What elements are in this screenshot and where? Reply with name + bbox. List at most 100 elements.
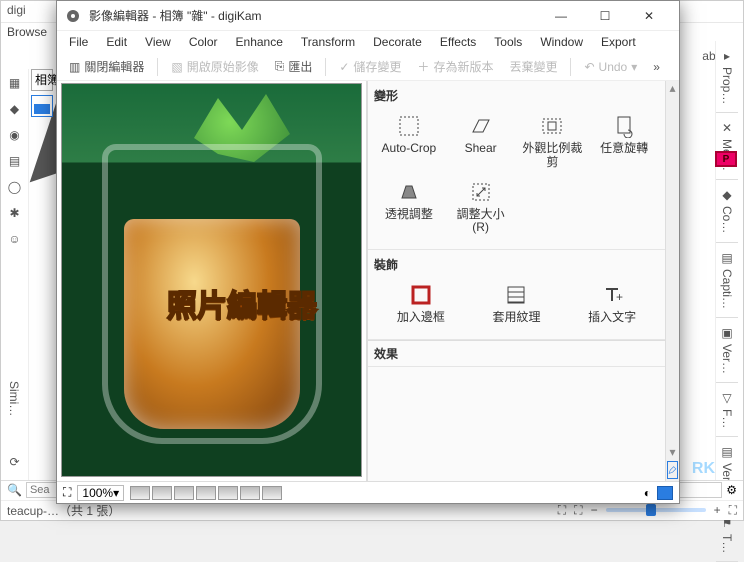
right-tab-f[interactable]: ▽F…	[716, 383, 738, 437]
bg-status-text: teacup-…（共 1 張）	[7, 502, 120, 519]
panel-scrollbar[interactable]: ▴ ▾	[665, 81, 679, 481]
chevron-down-icon: ▾	[631, 60, 637, 74]
plus-icon: ＋	[417, 58, 429, 75]
minus-icon[interactable]: −	[591, 503, 598, 517]
crop2-icon[interactable]: ⛶	[574, 503, 582, 518]
maximize-button[interactable]: ☐	[583, 2, 627, 30]
contrast-icon[interactable]: ◐	[644, 486, 651, 500]
editor-toolbar: ▥ 關閉編輯器 ▧ 開啟原始影像 ⎘ 匯出 ✓ 儲存變更 ＋ 存為新版本 丟棄變…	[57, 53, 679, 81]
right-tab-prop[interactable]: ▸Prop…	[716, 41, 738, 113]
open-original-button[interactable]: ▧ 開啟原始影像	[165, 56, 264, 77]
right-tab-capti[interactable]: ▤Capti…	[716, 243, 738, 318]
bg-right-rail: ▸Prop… ✕Met… ◆Co… ▤Capti… ▣Ver… ▽F… ▤Ver…	[715, 41, 743, 496]
menu-decorate[interactable]: Decorate	[365, 33, 430, 51]
save-as-new-button[interactable]: ＋ 存為新版本	[411, 56, 499, 77]
thumb-7[interactable]	[262, 486, 282, 500]
refresh-icon[interactable]: ⟳	[7, 454, 23, 470]
save-button[interactable]: ✓ 儲存變更	[333, 56, 407, 77]
right-tab-meta[interactable]: ✕Met…	[716, 113, 738, 180]
image-preview[interactable]	[61, 83, 362, 477]
freerotate-icon	[612, 114, 636, 138]
shear-icon	[469, 114, 493, 138]
tool-add-border[interactable]: 加入邊框	[374, 279, 468, 329]
zoom-slider[interactable]	[606, 508, 706, 512]
panel-icon: ▥	[69, 60, 80, 74]
menu-effects[interactable]: Effects	[432, 33, 484, 51]
editor-window: 影像編輯器 - 相簿 "雜" - digiKam — ☐ ✕ File Edit…	[56, 0, 680, 504]
aspectcrop-icon	[540, 114, 564, 138]
color-swatch[interactable]: P	[715, 151, 737, 167]
menu-export[interactable]: Export	[593, 33, 644, 51]
right-tab-ver[interactable]: ▣Ver…	[716, 318, 738, 383]
menu-transform[interactable]: Transform	[293, 33, 363, 51]
tag-icon[interactable]: ◆	[7, 101, 23, 117]
menu-file[interactable]: File	[61, 33, 96, 51]
thumb-6[interactable]	[240, 486, 260, 500]
tool-shear[interactable]: Shear	[446, 110, 516, 174]
perspective-icon	[397, 180, 421, 204]
decorate-group: 裝飾 加入邊框 套用紋理 +插入文字	[368, 250, 665, 340]
tool-free-rotate[interactable]: 任意旋轉	[589, 110, 659, 174]
crop-icon[interactable]: ⛶	[558, 503, 566, 518]
menu-window[interactable]: Window	[532, 33, 591, 51]
undo-button[interactable]: ↶ Undo ▾	[578, 58, 643, 76]
thumb-1[interactable]	[130, 486, 150, 500]
menu-color[interactable]: Color	[181, 33, 226, 51]
minimize-button[interactable]: —	[539, 2, 583, 30]
search-icon: 🔍	[7, 483, 22, 497]
separator	[570, 58, 571, 76]
bg-thumb-tab-2[interactable]	[31, 95, 53, 117]
image-icon[interactable]: ▦	[7, 75, 23, 91]
tool-aspect-crop[interactable]: 外觀比例裁剪	[518, 110, 588, 174]
tool-apply-texture[interactable]: 套用紋理	[470, 279, 564, 329]
calendar-icon[interactable]: ▤	[7, 153, 23, 169]
tool-perspective[interactable]: 透視調整	[374, 176, 444, 240]
window-controls: — ☐ ✕	[539, 2, 671, 30]
editor-body: 照片編輯器 變形 Auto-Crop Shear 外觀比例裁剪 任意旋轉 透視調…	[57, 81, 679, 481]
texture-icon	[504, 283, 528, 307]
plus-icon[interactable]: +	[714, 503, 721, 517]
menu-enhance[interactable]: Enhance	[228, 33, 291, 51]
text-icon: +	[600, 283, 624, 307]
svg-text:+: +	[616, 290, 623, 304]
right-tab-co[interactable]: ◆Co…	[716, 180, 738, 242]
color-icon[interactable]	[657, 486, 673, 500]
face-icon[interactable]: ☺	[7, 231, 23, 247]
edit-tools-icon[interactable]	[667, 461, 678, 479]
close-button[interactable]: ✕	[627, 2, 671, 30]
zoom-value[interactable]: 100% ▾	[77, 485, 124, 501]
thumb-4[interactable]	[196, 486, 216, 500]
menu-tools[interactable]: Tools	[486, 33, 530, 51]
thumb-2[interactable]	[152, 486, 172, 500]
tool-resize[interactable]: 調整大小 (R)	[446, 176, 516, 240]
tool-autocrop[interactable]: Auto-Crop	[374, 110, 444, 174]
thumb-5[interactable]	[218, 486, 238, 500]
separator	[157, 58, 158, 76]
tool-insert-text[interactable]: +插入文字	[565, 279, 659, 329]
toolbar-overflow[interactable]: »	[647, 58, 666, 76]
undo-icon: ↶	[584, 60, 594, 74]
bg-left-rail: ▦ ◆ ◉ ▤ ◯ ✱ ☺ ⟳ 🔍	[1, 69, 29, 496]
menu-view[interactable]: View	[137, 33, 179, 51]
eye-icon[interactable]: ◉	[7, 127, 23, 143]
globe-icon[interactable]: ◯	[7, 179, 23, 195]
export-button[interactable]: ⎘ 匯出	[269, 56, 319, 77]
fit-icon[interactable]: ⛶	[63, 485, 71, 500]
gear-icon[interactable]: ⚙	[726, 483, 737, 497]
editor-title-bar[interactable]: 影像編輯器 - 相簿 "雜" - digiKam — ☐ ✕	[57, 1, 679, 31]
fit-icon[interactable]: ⛶	[729, 503, 737, 518]
atom-icon[interactable]: ✱	[7, 205, 23, 221]
close-editor-button[interactable]: ▥ 關閉編輯器	[63, 56, 150, 77]
canvas-area[interactable]: 照片編輯器	[57, 81, 367, 481]
side-panel: 變形 Auto-Crop Shear 外觀比例裁剪 任意旋轉 透視調整 調整大小…	[367, 81, 679, 481]
discard-button[interactable]: 丟棄變更	[503, 56, 563, 77]
editor-status-bar: ⛶ 100% ▾ ◐	[57, 481, 679, 503]
thumb-3[interactable]	[174, 486, 194, 500]
overlay-caption: 照片編輯器	[167, 281, 317, 325]
effects-header[interactable]: 效果	[368, 340, 665, 367]
bg-left-tab-simi[interactable]: Simi…	[7, 381, 21, 416]
transform-title: 變形	[374, 87, 659, 104]
resize-icon	[469, 180, 493, 204]
menu-edit[interactable]: Edit	[98, 33, 135, 51]
transform-group: 變形 Auto-Crop Shear 外觀比例裁剪 任意旋轉 透視調整 調整大小…	[368, 81, 665, 250]
